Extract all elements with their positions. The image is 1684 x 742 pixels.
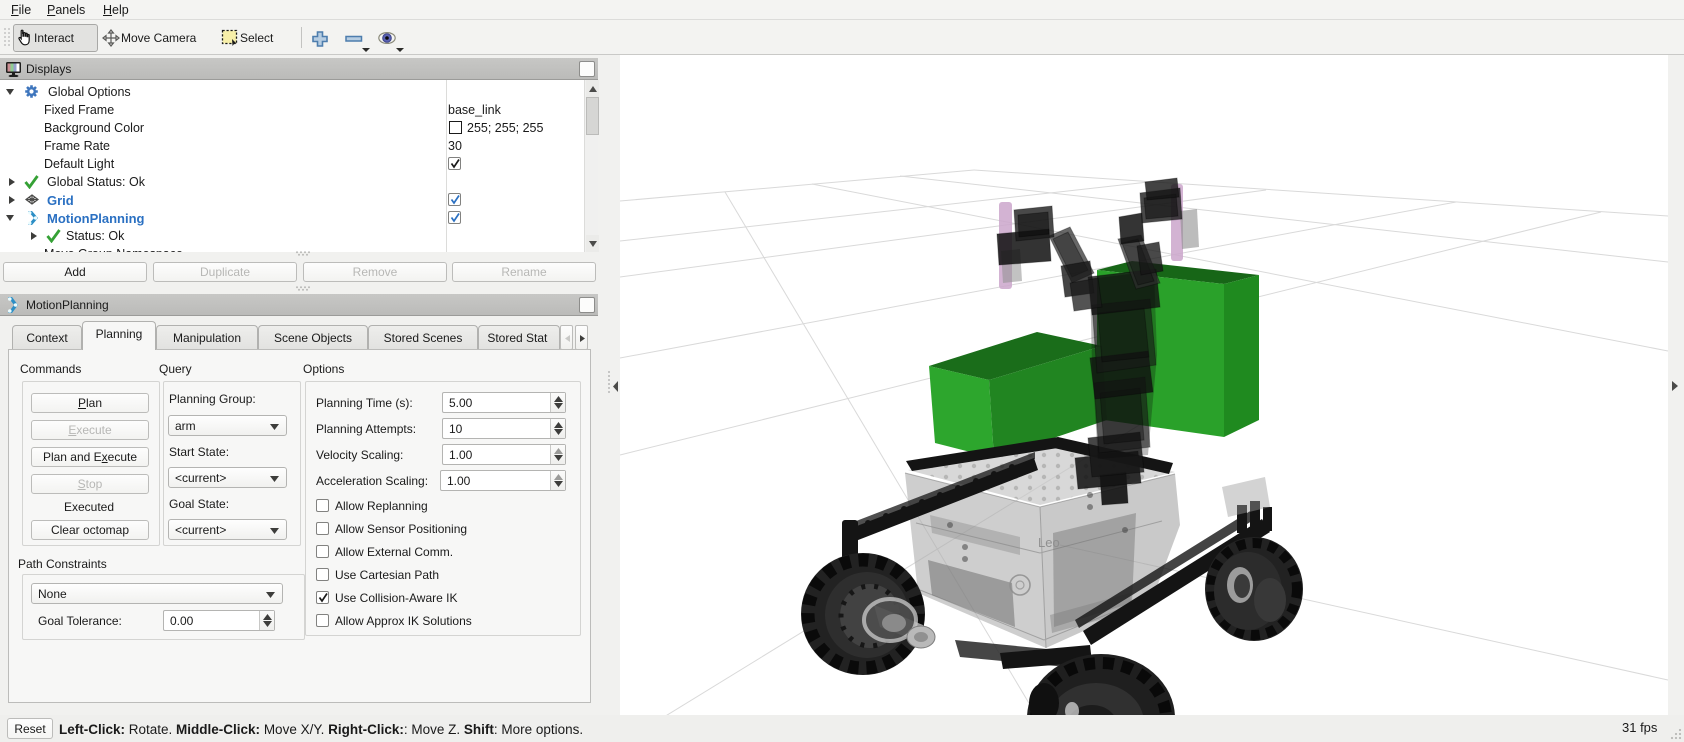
svg-text:Leo: Leo: [1038, 535, 1060, 550]
